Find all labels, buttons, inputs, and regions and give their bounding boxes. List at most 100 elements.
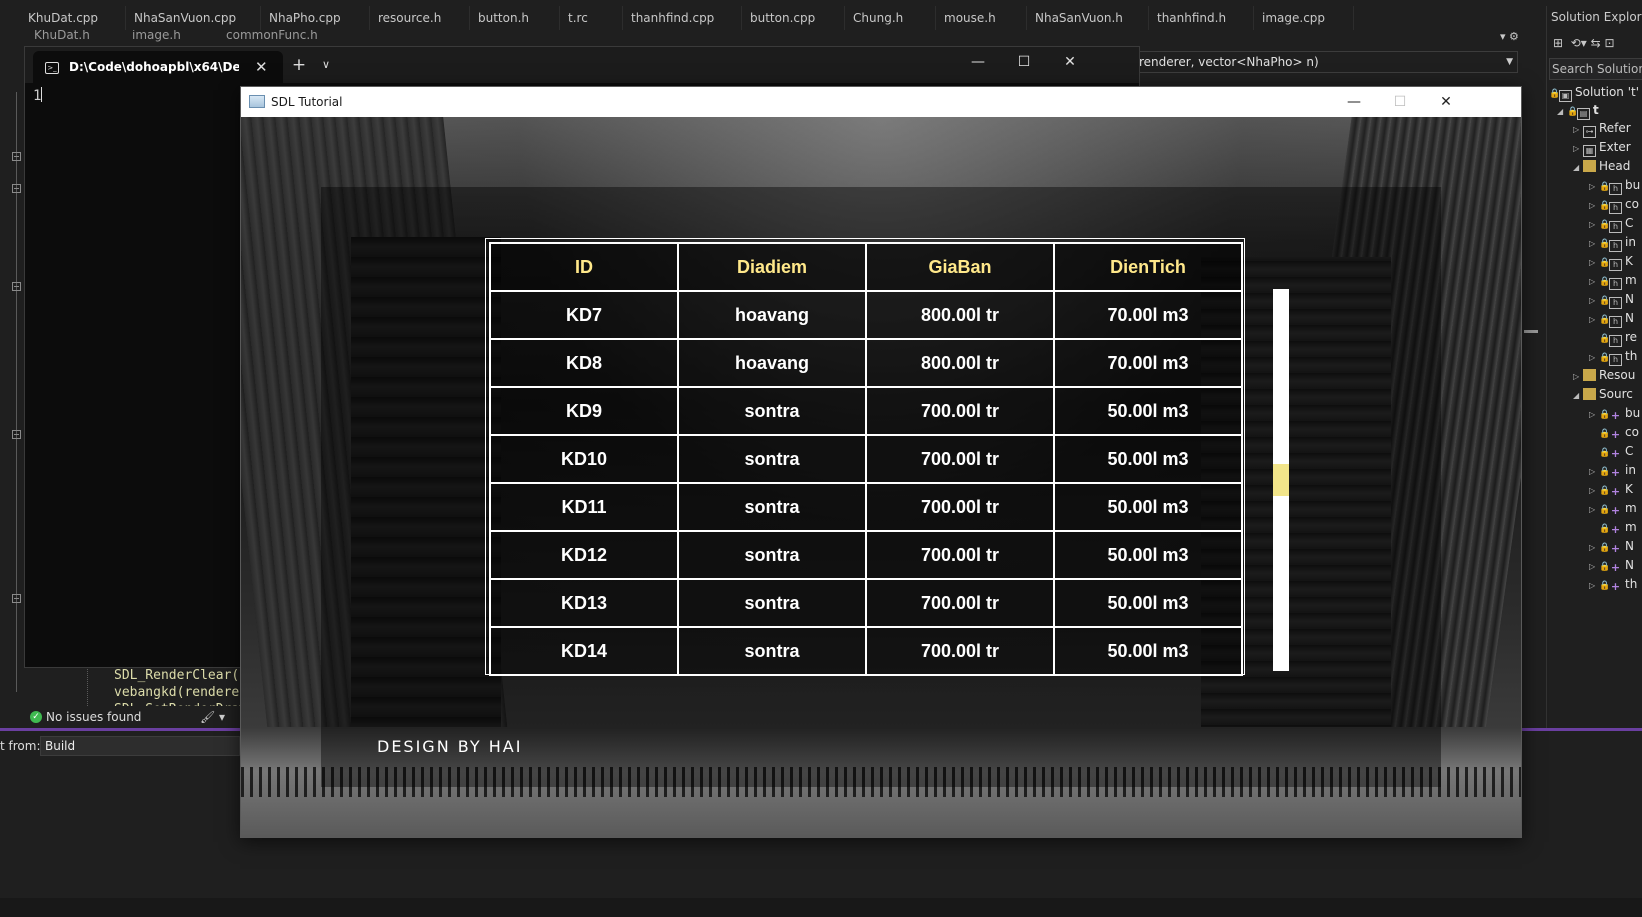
table-row[interactable]: KD12 sontra 700.00l tr 50.00l m3 xyxy=(489,530,1243,580)
file-tab[interactable]: thanhfind.h xyxy=(1149,6,1254,30)
solution-tree-item[interactable]: ▷ ▦ Exter xyxy=(1573,138,1631,157)
expand-triangle-icon[interactable]: ▷ xyxy=(1589,177,1599,196)
solution-tree-item[interactable]: ◢ Sourc xyxy=(1573,385,1633,404)
file-tab[interactable]: mouse.h xyxy=(936,6,1027,30)
solution-tree-item[interactable]: 🔒+ m xyxy=(1589,518,1637,537)
expand-triangle-icon[interactable]: ▷ xyxy=(1589,215,1599,234)
table-row[interactable]: KD8 hoavang 800.00l tr 70.00l m3 xyxy=(489,338,1243,388)
expand-triangle-icon[interactable]: ▷ xyxy=(1589,272,1599,291)
solution-tree-item[interactable]: ▷ 🔒+ bu xyxy=(1589,404,1640,423)
expand-triangle-icon[interactable]: ▷ xyxy=(1589,481,1599,500)
file-tab[interactable]: resource.h xyxy=(370,6,470,30)
tab-row-tools[interactable]: ▾ ⚙ xyxy=(1500,30,1544,46)
expand-triangle-icon[interactable]: ◢ xyxy=(1573,158,1583,177)
solution-search-input[interactable]: Search Solution E xyxy=(1549,58,1642,80)
file-tab[interactable]: button.cpp xyxy=(742,6,845,30)
expand-triangle-icon[interactable]: ▷ xyxy=(1589,291,1599,310)
solution-tree-item[interactable]: ▷ 🔒 h bu xyxy=(1589,176,1640,195)
expand-triangle-icon[interactable]: ▷ xyxy=(1573,139,1583,158)
solution-tree-item[interactable]: ▷ 🔒+ K xyxy=(1589,480,1633,499)
expand-triangle-icon[interactable]: ▷ xyxy=(1589,234,1599,253)
project-node[interactable]: ◢ 🔒 ▤ t xyxy=(1557,101,1599,120)
issues-status[interactable]: No issues found xyxy=(46,706,141,728)
solution-tree-item[interactable]: ▷ 🔒 h K xyxy=(1589,252,1633,271)
collapse-icon[interactable] xyxy=(12,282,21,291)
file-tab[interactable]: NhaSanVuon.h xyxy=(1027,6,1149,30)
solution-tree-item[interactable]: ▷ 🔒+ m xyxy=(1589,499,1637,518)
expand-triangle-icon[interactable]: ◢ xyxy=(1573,386,1583,405)
expand-triangle-icon[interactable]: ▷ xyxy=(1589,310,1599,329)
file-tab[interactable]: image.h xyxy=(132,30,181,42)
file-tab[interactable]: commonFunc.h xyxy=(226,30,318,42)
collapse-icon[interactable] xyxy=(12,594,21,603)
file-tab[interactable]: button.h xyxy=(470,6,560,30)
solution-tree-item[interactable]: ▷ 🔒+ in xyxy=(1589,461,1636,480)
collapse-icon[interactable] xyxy=(12,430,21,439)
output-source-select[interactable]: Build xyxy=(40,736,240,756)
solution-node[interactable]: 🔒 ▣ Solution 't' ( xyxy=(1549,83,1642,102)
expand-triangle-icon[interactable]: ▷ xyxy=(1589,500,1599,519)
close-button[interactable]: ✕ xyxy=(1423,87,1469,117)
solution-tree-item[interactable]: ▷ 🔒+ N xyxy=(1589,537,1634,556)
close-tab-icon[interactable]: ✕ xyxy=(255,51,268,83)
solution-tree-item[interactable]: ▷ 🔒 h N xyxy=(1589,290,1634,309)
file-tab[interactable]: NhaSanVuon.cpp xyxy=(126,6,261,30)
expand-triangle-icon[interactable]: ▷ xyxy=(1573,120,1583,139)
solution-explorer-toolbar[interactable]: ⊞ ⟲▾ ⇆ ⊡ xyxy=(1553,36,1615,50)
solution-tree-item[interactable]: 🔒+ co xyxy=(1589,423,1639,442)
minimize-button[interactable]: — xyxy=(1331,87,1377,117)
solution-tree-item[interactable]: 🔒+ C xyxy=(1589,442,1633,461)
expand-triangle-icon[interactable]: ▷ xyxy=(1589,557,1599,576)
close-button[interactable]: ✕ xyxy=(1047,47,1093,77)
solution-tree-item[interactable]: ▷ ⊶ Refer xyxy=(1573,119,1631,138)
chevron-down-icon[interactable]: ∨ xyxy=(315,52,337,78)
expand-triangle-icon[interactable]: ▷ xyxy=(1573,367,1583,386)
expand-triangle-icon[interactable]: ▷ xyxy=(1589,253,1599,272)
sdl-titlebar[interactable]: SDL Tutorial — ☐ ✕ xyxy=(241,87,1521,117)
console-tab[interactable]: >_ D:\Code\dohoapbl\x64\Debu ✕ xyxy=(33,51,283,83)
maximize-button[interactable]: ☐ xyxy=(1377,87,1423,117)
collapse-icon[interactable] xyxy=(12,184,21,193)
cleanup-brush-icon[interactable]: 🖌 ▾ xyxy=(200,706,225,728)
expand-triangle-icon[interactable]: ▷ xyxy=(1589,576,1599,595)
file-tab[interactable]: Chung.h xyxy=(845,6,936,30)
table-row[interactable]: KD10 sontra 700.00l tr 50.00l m3 xyxy=(489,434,1243,484)
expand-triangle-icon[interactable]: ▷ xyxy=(1589,538,1599,557)
file-tab[interactable]: image.cpp xyxy=(1254,6,1354,30)
console-titlebar[interactable]: >_ D:\Code\dohoapbl\x64\Debu ✕ + ∨ — ☐ ✕ xyxy=(25,47,1139,83)
expand-triangle-icon[interactable]: ▷ xyxy=(1589,196,1599,215)
solution-tree-item[interactable]: ◢ Head xyxy=(1573,157,1630,176)
solution-tree-item[interactable]: 🔒 h re xyxy=(1589,328,1637,347)
table-row[interactable]: KD9 sontra 700.00l tr 50.00l m3 xyxy=(489,386,1243,436)
file-tab[interactable]: t.rc xyxy=(560,6,623,30)
minimize-button[interactable]: — xyxy=(955,47,1001,77)
scrollbar-thumb[interactable] xyxy=(1273,464,1289,496)
solution-tree-item[interactable]: ▷ Resou xyxy=(1573,366,1635,385)
solution-tree-item[interactable]: ▷ 🔒 h N xyxy=(1589,309,1634,328)
table-row[interactable]: KD14 sontra 700.00l tr 50.00l m3 xyxy=(489,626,1243,676)
solution-tree-item[interactable]: ▷ 🔒+ N xyxy=(1589,556,1634,575)
solution-tree-item[interactable]: ▷ 🔒 h m xyxy=(1589,271,1637,290)
sdl-canvas[interactable]: ID Diadiem GiaBan DienTich KD7 hoavang 800.00… xyxy=(241,117,1521,837)
table-scrollbar[interactable] xyxy=(1273,289,1289,671)
solution-tree-item[interactable]: ▷ 🔒 h co xyxy=(1589,195,1639,214)
solution-tree-item[interactable]: ▷ 🔒+ th xyxy=(1589,575,1637,594)
new-tab-button[interactable]: + xyxy=(287,52,311,78)
maximize-button[interactable]: ☐ xyxy=(1001,47,1047,77)
expand-triangle-icon[interactable]: ▷ xyxy=(1589,348,1599,367)
file-tab[interactable]: KhuDat.cpp xyxy=(20,6,126,30)
solution-tree-item[interactable]: ▷ 🔒 h C xyxy=(1589,214,1633,233)
expand-triangle-icon[interactable]: ▷ xyxy=(1589,462,1599,481)
table-row[interactable]: KD7 hoavang 800.00l tr 70.00l m3 xyxy=(489,290,1243,340)
collapse-icon[interactable] xyxy=(12,152,21,161)
member-navigation-dropdown[interactable]: renderer, vector<NhaPho> n) ▼ xyxy=(1136,51,1518,73)
file-tab[interactable]: thanhfind.cpp xyxy=(623,6,742,30)
expand-triangle-icon[interactable]: ▷ xyxy=(1589,405,1599,424)
table-row[interactable]: KD11 sontra 700.00l tr 50.00l m3 xyxy=(489,482,1243,532)
scrollbar-thumb[interactable] xyxy=(1524,330,1538,333)
file-tab[interactable]: NhaPho.cpp xyxy=(261,6,370,30)
solution-tree-item[interactable]: ▷ 🔒 h in xyxy=(1589,233,1636,252)
table-row[interactable]: KD13 sontra 700.00l tr 50.00l m3 xyxy=(489,578,1243,628)
file-tab[interactable]: KhuDat.h xyxy=(34,30,90,42)
solution-tree-item[interactable]: ▷ 🔒 h th xyxy=(1589,347,1637,366)
